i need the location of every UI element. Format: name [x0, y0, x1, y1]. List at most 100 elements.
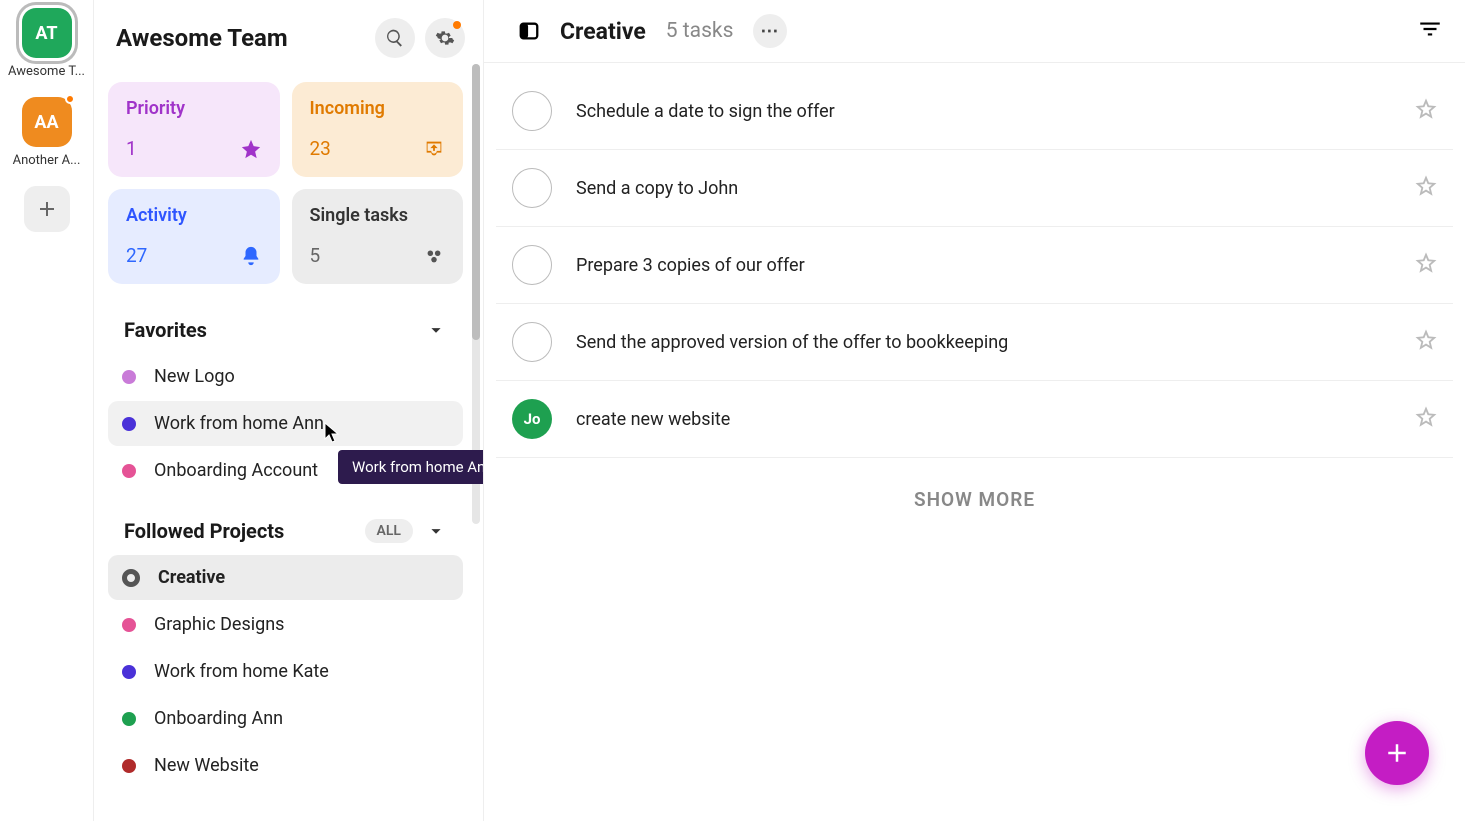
followed-list: Creative Graphic Designs Work from home Ka…: [102, 553, 469, 800]
task-checkbox[interactable]: [512, 245, 552, 285]
task-list: Schedule a date to sign the offerSend a …: [484, 63, 1465, 468]
star-button[interactable]: [1415, 406, 1437, 432]
team-title: Awesome Team: [116, 24, 288, 52]
task-row[interactable]: Send a copy to John: [496, 150, 1453, 227]
task-row[interactable]: Send the approved version of the offer t…: [496, 304, 1453, 381]
main-header-left: Creative 5 tasks ⋯: [518, 14, 787, 48]
task-checkbox[interactable]: [512, 322, 552, 362]
bell-icon: [240, 245, 262, 267]
inbox-icon: [423, 138, 445, 160]
show-more-button[interactable]: SHOW MORE: [484, 468, 1465, 531]
activity-card[interactable]: Activity 27: [108, 189, 280, 284]
notification-dot-icon: [65, 94, 75, 104]
main-header: Creative 5 tasks ⋯: [484, 0, 1465, 63]
task-checkbox[interactable]: [512, 91, 552, 131]
project-color-dot: [122, 759, 136, 773]
card-title: Activity: [126, 205, 262, 226]
project-title: Creative: [560, 18, 646, 45]
project-name: Onboarding Account: [154, 460, 318, 481]
star-filled-icon: [240, 138, 262, 160]
sidebar-scroll[interactable]: Priority 1 Incoming 23 Activity 27: [94, 68, 483, 821]
workspace-avatar: AT: [22, 8, 72, 58]
workspace-rail: AT Awesome T... AA Another A...: [0, 0, 94, 821]
favorite-item[interactable]: New Logo: [108, 354, 463, 399]
star-outline-icon: [1415, 252, 1437, 274]
settings-button[interactable]: [425, 18, 465, 58]
project-name: Creative: [158, 567, 225, 588]
workspace-avatar: AA: [22, 97, 72, 147]
chevron-down-icon: [425, 520, 447, 542]
star-outline-icon: [1415, 175, 1437, 197]
task-checkbox[interactable]: [512, 168, 552, 208]
plus-icon: [1382, 738, 1412, 768]
followed-item[interactable]: Graphic Designs: [108, 602, 463, 647]
star-button[interactable]: [1415, 98, 1437, 124]
task-row[interactable]: Prepare 3 copies of our offer: [496, 227, 1453, 304]
card-title: Incoming: [310, 98, 446, 119]
card-title: Priority: [126, 98, 262, 119]
more-button[interactable]: ⋯: [753, 14, 787, 48]
workspace-label: Another A...: [5, 153, 89, 168]
star-outline-icon: [1415, 406, 1437, 428]
search-icon: [385, 28, 405, 48]
card-title: Single tasks: [310, 205, 446, 226]
workspace-item[interactable]: AT Awesome T...: [5, 8, 89, 79]
stat-cards: Priority 1 Incoming 23 Activity 27: [102, 76, 469, 304]
project-color-dot: [122, 417, 136, 431]
favorites-title: Favorites: [124, 318, 207, 342]
project-color-dot: [122, 464, 136, 478]
panel-toggle-icon[interactable]: [518, 20, 540, 42]
add-workspace-button[interactable]: [24, 186, 70, 232]
card-count: 27: [126, 244, 147, 267]
add-task-fab[interactable]: [1365, 721, 1429, 785]
card-count: 5: [310, 244, 321, 267]
followed-item[interactable]: Work from home Kate: [108, 649, 463, 694]
favorite-item[interactable]: Onboarding Account: [108, 448, 463, 493]
sidebar-header: Awesome Team: [94, 0, 483, 68]
followed-item[interactable]: Creative: [108, 555, 463, 600]
project-name: Work from home Kate: [154, 661, 329, 682]
main-panel: Creative 5 tasks ⋯ Schedule a date to si…: [484, 0, 1465, 821]
followed-item[interactable]: New Website: [108, 743, 463, 788]
chevron-down-icon: [425, 319, 447, 341]
card-count: 1: [126, 137, 137, 160]
workspace-item[interactable]: AA Another A...: [5, 97, 89, 168]
task-title: Send the approved version of the offer t…: [576, 332, 1391, 353]
project-color-dot: [122, 569, 140, 587]
task-title: Prepare 3 copies of our offer: [576, 255, 1391, 276]
dots-icon: [423, 245, 445, 267]
project-color-dot: [122, 712, 136, 726]
search-button[interactable]: [375, 18, 415, 58]
favorite-item[interactable]: Work from home Ann: [108, 401, 463, 446]
workspace-label: Awesome T...: [5, 64, 89, 79]
task-row[interactable]: Schedule a date to sign the offer: [496, 73, 1453, 150]
followed-title: Followed Projects: [124, 519, 284, 543]
incoming-card[interactable]: Incoming 23: [292, 82, 464, 177]
workspace-initials: AA: [34, 112, 58, 133]
assignee-avatar[interactable]: Jo: [512, 399, 552, 439]
more-icon: ⋯: [760, 21, 780, 42]
single-tasks-card[interactable]: Single tasks 5: [292, 189, 464, 284]
task-title: create new website: [576, 409, 1391, 430]
sidebar-header-icons: [375, 18, 465, 58]
followed-header[interactable]: Followed Projects ALL: [102, 505, 469, 553]
task-count: 5 tasks: [666, 19, 734, 43]
project-color-dot: [122, 370, 136, 384]
favorites-header[interactable]: Favorites: [102, 304, 469, 352]
filter-button[interactable]: [1417, 16, 1443, 46]
project-name: Graphic Designs: [154, 614, 284, 635]
all-chip[interactable]: ALL: [365, 519, 413, 543]
star-button[interactable]: [1415, 175, 1437, 201]
task-row[interactable]: Jo create new website: [496, 381, 1453, 458]
star-button[interactable]: [1415, 252, 1437, 278]
star-button[interactable]: [1415, 329, 1437, 355]
plus-icon: [35, 197, 59, 221]
followed-item[interactable]: Onboarding Ann: [108, 696, 463, 741]
filter-icon: [1417, 16, 1443, 42]
sidebar: Awesome Team Priority 1 Incoming: [94, 0, 484, 821]
priority-card[interactable]: Priority 1: [108, 82, 280, 177]
notification-dot-icon: [453, 21, 461, 29]
project-name: Onboarding Ann: [154, 708, 283, 729]
project-color-dot: [122, 618, 136, 632]
star-outline-icon: [1415, 329, 1437, 351]
